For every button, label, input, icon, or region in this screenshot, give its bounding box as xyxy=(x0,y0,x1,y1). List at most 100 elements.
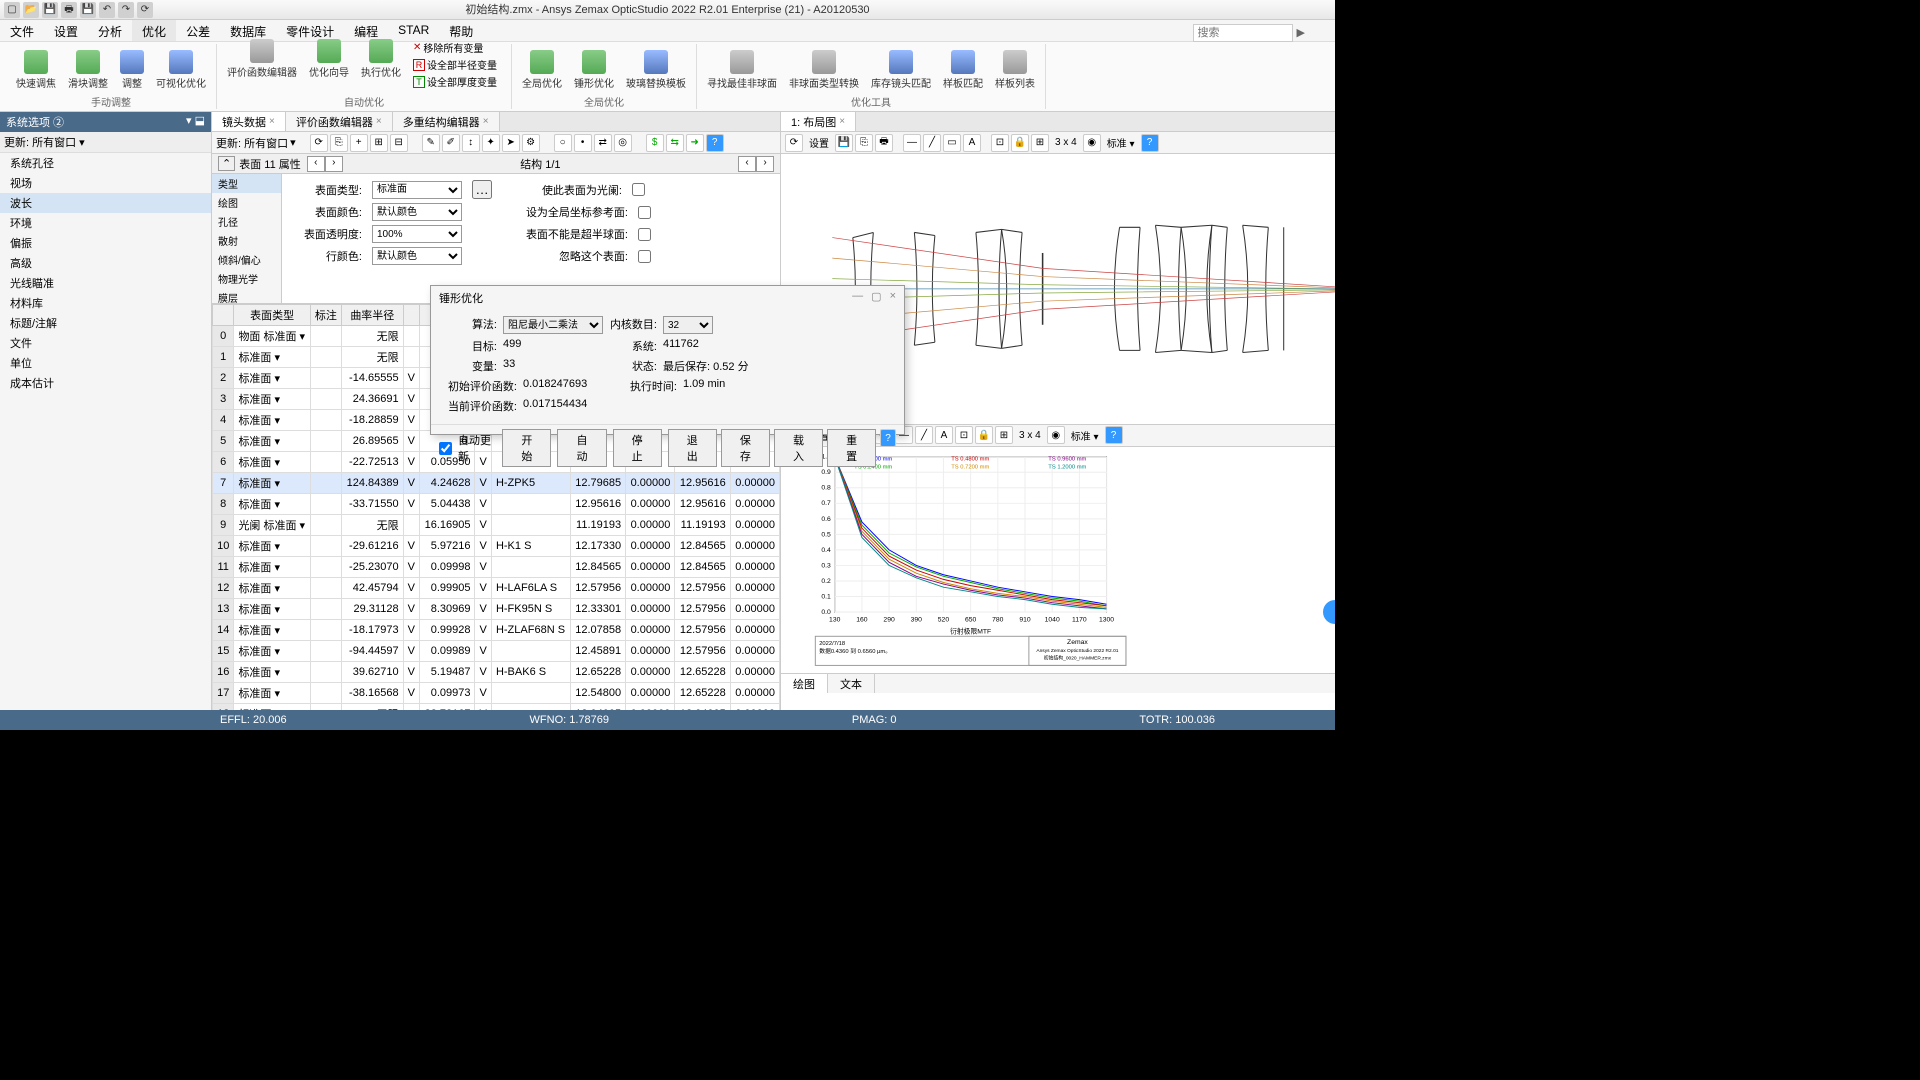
surface-opacity-select[interactable]: 100% xyxy=(372,225,462,243)
props-nav-item[interactable]: 孔径 xyxy=(212,212,281,231)
tool-go-icon[interactable]: ➜ xyxy=(686,134,704,152)
load-button[interactable]: 载入 xyxy=(774,429,823,467)
menu-文件[interactable]: 文件 xyxy=(0,20,44,41)
hammer-opt-button[interactable]: 锤形优化 xyxy=(570,48,618,92)
close-icon[interactable]: × xyxy=(269,116,275,127)
panel-dropdown-icon[interactable]: ▾ ⬓ xyxy=(186,114,205,130)
table-row[interactable]: 11标准面 ▾-25.23070V0.09998V12.845650.00000… xyxy=(213,557,780,578)
tool-wand-icon[interactable]: ✎ xyxy=(422,134,440,152)
tree-item[interactable]: 系统孔径 xyxy=(0,153,211,173)
cores-select[interactable]: 32 xyxy=(663,316,713,334)
surface-prev-button[interactable]: ‹ xyxy=(307,156,325,172)
tool-grid-icon[interactable]: ⊞ xyxy=(370,134,388,152)
global-ref-checkbox[interactable] xyxy=(638,206,651,219)
props-nav-item[interactable]: 倾斜/偏心 xyxy=(212,250,281,269)
layout-copy-icon[interactable]: ⎘ xyxy=(855,134,873,152)
collapse-icon[interactable]: ⌃ xyxy=(218,156,235,171)
make-stop-checkbox[interactable] xyxy=(632,183,645,196)
update-selector[interactable]: 更新: 所有窗口 ▾ xyxy=(0,132,211,153)
auto-button[interactable]: 自动 xyxy=(557,429,606,467)
tool-dot-icon[interactable]: • xyxy=(574,134,592,152)
run-opt-button[interactable]: 执行优化 xyxy=(357,37,405,92)
tool-add-icon[interactable]: + xyxy=(350,134,368,152)
search-input[interactable] xyxy=(1193,24,1293,42)
update-dropdown[interactable]: ▾ xyxy=(290,136,296,149)
tool-gear-icon[interactable]: ⚙ xyxy=(522,134,540,152)
glass-sub-button[interactable]: 玻璃替换模板 xyxy=(622,48,690,92)
mtf-zoom-icon[interactable]: ⊡ xyxy=(955,426,973,444)
visual-opt-button[interactable]: 可视化优化 xyxy=(152,48,210,92)
mf-editor-button[interactable]: 评价函数编辑器 xyxy=(223,37,301,92)
mtf-diag-icon[interactable]: ╱ xyxy=(915,426,933,444)
open-icon[interactable]: 📂 xyxy=(23,2,39,18)
config-next-button[interactable]: › xyxy=(756,156,774,172)
surface-next-button[interactable]: › xyxy=(325,156,343,172)
layout-print-icon[interactable]: 🖶 xyxy=(875,134,893,152)
minimize-icon[interactable]: — xyxy=(852,290,863,306)
slider-button[interactable]: 滑块调整 xyxy=(64,48,112,92)
layout-rect-icon[interactable]: ▭ xyxy=(943,134,961,152)
layout-text-icon[interactable]: A xyxy=(963,134,981,152)
tree-item[interactable]: 单位 xyxy=(0,353,211,373)
tool-arrow-icon[interactable]: ↕ xyxy=(462,134,480,152)
menu-优化[interactable]: 优化 xyxy=(132,20,176,41)
table-row[interactable]: 7标准面 ▾124.84389V4.24628VH-ZPK512.796850.… xyxy=(213,473,780,494)
layout-tab[interactable]: 1: 布局图× xyxy=(781,112,856,131)
tool-o2-icon[interactable]: ◎ xyxy=(614,134,632,152)
props-nav-item[interactable]: 类型 xyxy=(212,174,281,193)
close-icon[interactable]: × xyxy=(376,116,382,127)
tree-item[interactable]: 波长 xyxy=(0,193,211,213)
dialog-help-icon[interactable]: ? xyxy=(880,429,896,447)
save-button[interactable]: 保存 xyxy=(721,429,770,467)
mtf-text-icon[interactable]: A xyxy=(935,426,953,444)
search-go-icon[interactable]: ▶ xyxy=(1293,27,1305,39)
stop-button[interactable]: 停止 xyxy=(613,429,662,467)
table-row[interactable]: 13标准面 ▾29.31128V8.30969VH-FK95N S12.3330… xyxy=(213,599,780,620)
exit-button[interactable]: 退出 xyxy=(668,429,717,467)
tree-item[interactable]: 成本估计 xyxy=(0,373,211,393)
view-tab-text[interactable]: 文本 xyxy=(828,674,875,693)
table-row[interactable]: 10标准面 ▾-29.61216V5.97216VH-K1 S12.173300… xyxy=(213,536,780,557)
tool-circle-icon[interactable]: ○ xyxy=(554,134,572,152)
find-asphere-button[interactable]: 寻找最佳非球面 xyxy=(703,48,781,92)
row-color-select[interactable]: 默认颜色 xyxy=(372,247,462,265)
layout-lock-icon[interactable]: 🔒 xyxy=(1011,134,1029,152)
mtf-help-icon[interactable]: ? xyxy=(1105,426,1123,444)
layout-line-icon[interactable]: — xyxy=(903,134,921,152)
redo-icon[interactable]: ↷ xyxy=(118,2,134,18)
stock-lens-button[interactable]: 库存镜头匹配 xyxy=(867,48,935,92)
tool-help-icon[interactable]: ? xyxy=(706,134,724,152)
opt-wizard-button[interactable]: 优化向导 xyxy=(305,37,353,92)
tool-pencil-icon[interactable]: ✐ xyxy=(442,134,460,152)
maximize-icon[interactable]: ▢ xyxy=(871,290,881,306)
layout-help-icon[interactable]: ? xyxy=(1141,134,1159,152)
mtf-grid-icon[interactable]: ⊞ xyxy=(995,426,1013,444)
plate-list-button[interactable]: 样板列表 xyxy=(991,48,1039,92)
tool-refresh-icon[interactable]: ⟳ xyxy=(310,134,328,152)
table-row[interactable]: 8标准面 ▾-33.71550V5.04438V12.956160.000001… xyxy=(213,494,780,515)
undo-icon[interactable]: ↶ xyxy=(99,2,115,18)
new-icon[interactable]: ▢ xyxy=(4,2,20,18)
mtf-target-icon[interactable]: ◉ xyxy=(1047,426,1065,444)
test-plate-button[interactable]: 样板匹配 xyxy=(939,48,987,92)
table-row[interactable]: 14标准面 ▾-18.17973V0.99928VH-ZLAF68N S12.0… xyxy=(213,620,780,641)
auto-update-checkbox[interactable] xyxy=(439,442,452,455)
table-row[interactable]: 9光阑 标准面 ▾无限16.16905V11.191930.0000011.19… xyxy=(213,515,780,536)
reset-button[interactable]: 重置 xyxy=(827,429,876,467)
tree-item[interactable]: 环境 xyxy=(0,213,211,233)
set-radii-vars-button[interactable]: R设全部半径变量 xyxy=(409,56,501,73)
table-row[interactable]: 16标准面 ▾39.62710V5.19487VH-BAK6 S12.65228… xyxy=(213,662,780,683)
set-thick-vars-button[interactable]: T设全部厚度变量 xyxy=(409,73,501,90)
config-prev-button[interactable]: ‹ xyxy=(738,156,756,172)
algorithm-select[interactable]: 阻尼最小二乘法 xyxy=(503,316,603,334)
tool-swap-icon[interactable]: ⇄ xyxy=(594,134,612,152)
tree-item[interactable]: 标题/注解 xyxy=(0,313,211,333)
table-row[interactable]: 15标准面 ▾-94.44597V0.09989V12.458910.00000… xyxy=(213,641,780,662)
menu-公差[interactable]: 公差 xyxy=(176,20,220,41)
tree-item[interactable]: 光线瞄准 xyxy=(0,273,211,293)
props-nav-item[interactable]: 物理光学 xyxy=(212,269,281,288)
close-icon[interactable]: × xyxy=(890,290,896,306)
editor-tab[interactable]: 镜头数据× xyxy=(212,112,286,131)
asphere-convert-button[interactable]: 非球面类型转换 xyxy=(785,48,863,92)
layout-save-icon[interactable]: 💾 xyxy=(835,134,853,152)
